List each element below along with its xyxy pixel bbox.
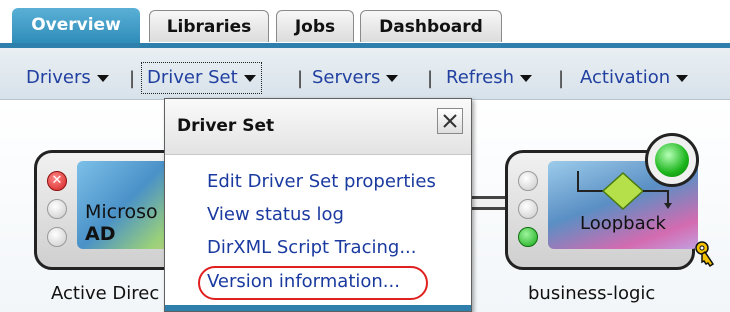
driver-label-business-logic[interactable]: business-logic xyxy=(528,283,655,304)
popup-header: Driver Set xyxy=(165,99,471,155)
status-error-icon: ✕ xyxy=(47,171,67,191)
driver-set-status-icon xyxy=(645,133,699,187)
menu-servers[interactable]: Servers xyxy=(312,64,399,92)
ad-image-text: Microso xyxy=(85,201,158,223)
menu-activation-label: Activation xyxy=(580,67,671,88)
driver-label-active-directory[interactable]: Active Direc xyxy=(51,283,159,304)
menu-separator: | xyxy=(129,68,136,89)
tab-overview[interactable]: Overview xyxy=(12,8,140,44)
highlight-annotation xyxy=(198,266,428,300)
tab-libraries[interactable]: Libraries xyxy=(149,10,269,42)
loopback-image-text: Loopback xyxy=(580,213,666,234)
close-icon xyxy=(443,114,457,128)
menu-item-edit-driver-set-properties[interactable]: Edit Driver Set properties xyxy=(207,171,436,192)
menu-drivers[interactable]: Drivers xyxy=(26,64,109,92)
caret-down-icon xyxy=(386,74,399,82)
tab-dashboard[interactable]: Dashboard xyxy=(360,10,502,42)
caret-down-icon xyxy=(243,74,256,82)
menu-separator: | xyxy=(427,68,434,89)
menu-driver-set-label: Driver Set xyxy=(147,67,238,88)
status-running-icon xyxy=(518,227,538,247)
caret-down-icon xyxy=(96,74,109,82)
tab-bar: Overview Libraries Jobs Dashboard xyxy=(0,0,730,48)
menu-driver-set[interactable]: Driver Set xyxy=(141,62,262,94)
caret-down-icon xyxy=(676,74,689,82)
popup-bottom-bar xyxy=(165,305,471,311)
close-button[interactable] xyxy=(437,108,463,134)
status-indicator xyxy=(518,171,538,191)
ad-image-abbrev: AD xyxy=(85,223,116,245)
caret-down-icon xyxy=(519,74,532,82)
menu-activation[interactable]: Activation xyxy=(580,64,689,92)
popup-title: Driver Set xyxy=(177,116,275,136)
action-bar: Drivers | Driver Set | Servers | Refresh… xyxy=(0,48,730,100)
menu-refresh[interactable]: Refresh xyxy=(446,64,532,92)
tab-jobs[interactable]: Jobs xyxy=(276,10,354,42)
driver-connector xyxy=(471,196,509,210)
menu-drivers-label: Drivers xyxy=(26,67,91,88)
menu-refresh-label: Refresh xyxy=(446,67,514,88)
status-indicator xyxy=(518,199,538,219)
menu-item-view-status-log[interactable]: View status log xyxy=(207,204,344,225)
menu-separator: | xyxy=(297,68,304,89)
driver-set-popup: Driver Set Edit Driver Set properties Vi… xyxy=(164,98,472,312)
menu-servers-label: Servers xyxy=(312,67,381,88)
menu-separator: | xyxy=(558,68,565,89)
status-indicator xyxy=(47,227,67,247)
key-icon[interactable] xyxy=(693,240,717,268)
menu-item-dirxml-script-tracing[interactable]: DirXML Script Tracing... xyxy=(207,237,416,258)
status-indicator xyxy=(47,199,67,219)
